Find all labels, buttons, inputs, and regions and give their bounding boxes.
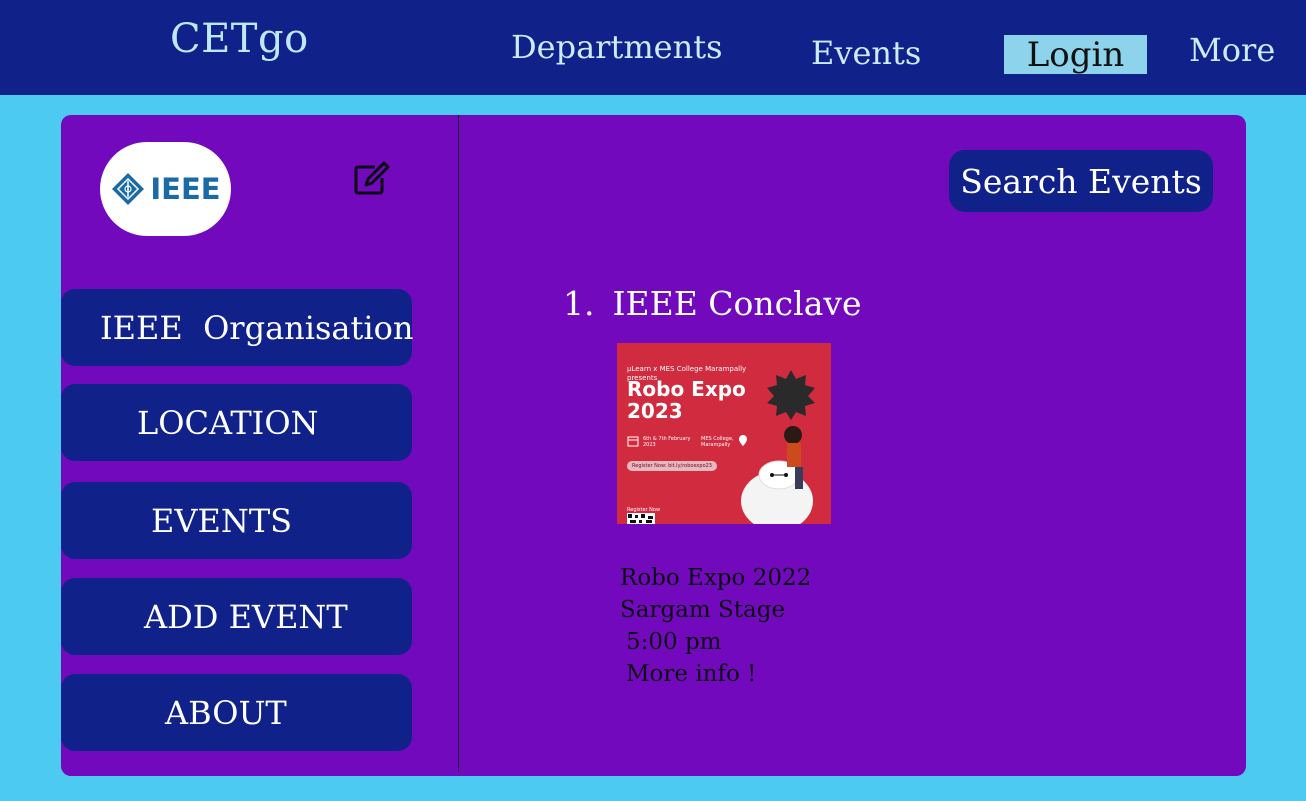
qr-code-icon — [627, 513, 655, 524]
poster-register-pill: Register Now: bit.ly/roboexpo23 — [627, 461, 717, 471]
sidebar-item-label: ABOUT — [165, 693, 287, 732]
ieee-logo: IEEE — [100, 142, 231, 236]
poster-headline: Robo Expo 2023 — [627, 377, 746, 423]
nav-more[interactable]: More — [1189, 31, 1275, 69]
event-number: 1. — [563, 284, 595, 323]
nav-departments[interactable]: Departments — [511, 28, 722, 66]
event-heading: 1. IEEE Conclave — [563, 284, 862, 323]
sidebar-item-events[interactable]: EVENTS — [61, 482, 412, 559]
more-info-link[interactable]: More info ! — [626, 661, 756, 687]
poster-register: Register Now: bit.ly/roboexpo23 — [632, 463, 712, 469]
sidebar-item-label: LOCATION — [137, 403, 319, 442]
sidebar-item-label: IEEE Organisation — [100, 308, 414, 347]
nav-events[interactable]: Events — [811, 34, 921, 72]
search-events-button[interactable]: Search Events — [949, 150, 1213, 212]
brand-logo[interactable]: CETgo — [170, 16, 309, 62]
top-navbar: CETgo Departments Events Login More — [0, 0, 1306, 95]
event-name: Robo Expo 2022 — [620, 565, 812, 591]
event-venue: Sargam Stage — [620, 597, 786, 623]
robot-character-icon — [741, 426, 813, 524]
login-button[interactable]: Login — [1004, 35, 1147, 75]
event-time: 5:00 pm — [626, 629, 722, 655]
event-title: IEEE Conclave — [612, 284, 862, 323]
organisation-panel: IEEE IEEE Organisation LOCATION EVENTS A… — [61, 115, 1246, 776]
edit-icon[interactable] — [353, 160, 391, 196]
sidebar-item-organisation[interactable]: IEEE Organisation — [61, 289, 414, 366]
starburst-badge-icon — [767, 370, 815, 420]
calendar-icon — [627, 436, 639, 447]
sidebar-item-label: ADD EVENT — [144, 597, 348, 636]
poster-dates: 6th & 7th February 2023 — [643, 436, 691, 448]
sidebar-item-label: EVENTS — [151, 501, 293, 540]
poster-presenter: µLearn x MES College Marampally — [627, 365, 747, 373]
sidebar-item-location[interactable]: LOCATION — [61, 384, 412, 461]
sidebar-item-about[interactable]: ABOUT — [61, 674, 412, 751]
sidebar-item-add-event[interactable]: ADD EVENT — [61, 578, 412, 655]
ieee-logo-text: IEEE — [150, 172, 221, 206]
ieee-diamond-icon — [112, 173, 145, 205]
event-poster-image[interactable]: µLearn x MES College Marampally presents… — [617, 343, 831, 524]
panel-divider — [458, 115, 459, 772]
